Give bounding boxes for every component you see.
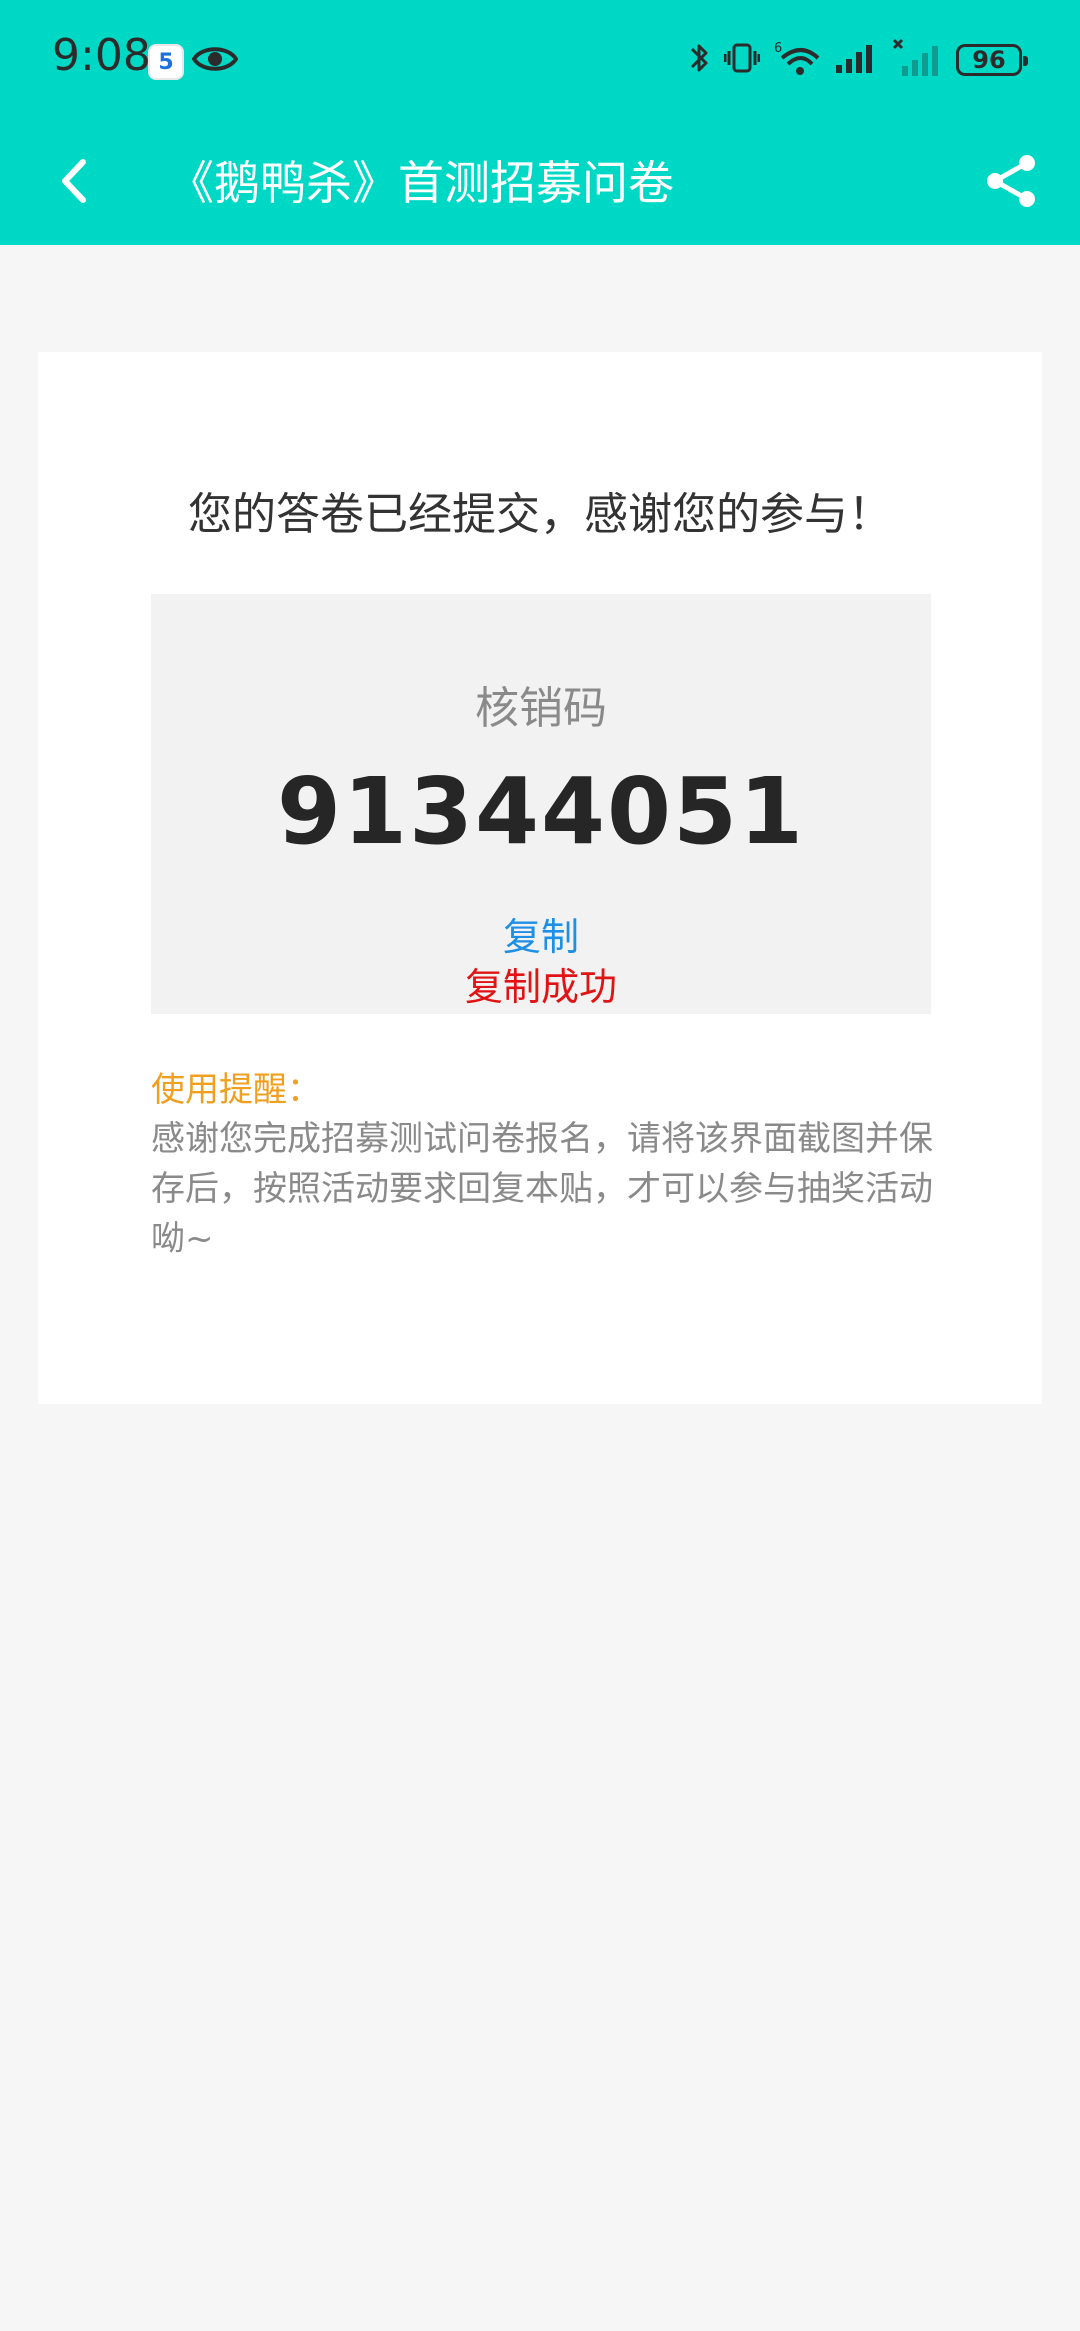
svg-text:6: 6 <box>774 41 782 56</box>
result-card: 您的答卷已经提交，感谢您的参与！ 核销码 91344051 复制 复制成功 使用… <box>38 352 1042 1404</box>
bluetooth-icon <box>688 40 710 80</box>
eye-icon <box>191 42 239 80</box>
copy-button[interactable]: 复制 <box>151 906 931 961</box>
success-message: 您的答卷已经提交，感谢您的参与！ <box>188 489 892 540</box>
battery-indicator: 96 <box>956 44 1028 76</box>
signal-icon <box>892 38 942 82</box>
back-button[interactable] <box>40 148 110 218</box>
code-label: 核销码 <box>475 683 607 734</box>
status-bar: 9:08 5 6 96 <box>0 0 1080 120</box>
copy-success-message: 复制成功 <box>464 965 617 1009</box>
status-icons: 6 96 <box>688 38 1028 82</box>
share-button[interactable] <box>978 150 1044 216</box>
redeem-code-box: 核销码 91344051 复制 复制成功 <box>151 594 931 1014</box>
notification-app-icon: 5 <box>148 44 184 80</box>
share-icon <box>983 153 1039 213</box>
back-arrow-icon <box>55 156 95 210</box>
status-time: 9:08 <box>52 30 151 81</box>
signal-icon <box>834 41 878 79</box>
redeem-code: 91344051 <box>276 758 806 865</box>
page-title: 《鹅鸭杀》首测招募问卷 <box>168 156 674 210</box>
nav-bar: 《鹅鸭杀》首测招募问卷 <box>0 120 1080 245</box>
tip-body: 感谢您完成招募测试问卷报名，请将该界面截图并保存后，按照活动要求回复本贴，才可以… <box>151 1119 933 1259</box>
wifi-icon: 6 <box>774 40 820 80</box>
top-bar: 9:08 5 6 96 《鹅鸭杀》首测招募问卷 <box>0 0 1080 245</box>
tip-title: 使用提醒： <box>151 1070 321 1110</box>
vibrate-icon <box>723 40 761 80</box>
